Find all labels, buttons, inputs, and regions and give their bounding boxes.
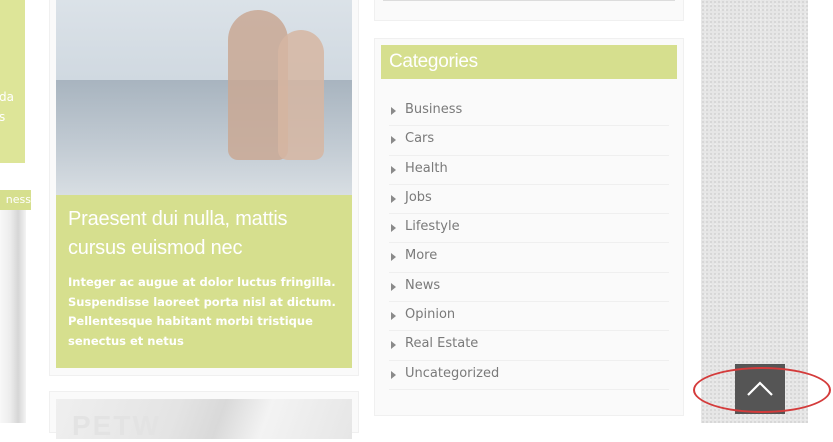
category-label: Uncategorized (405, 365, 500, 381)
caret-right-icon (391, 107, 396, 115)
category-label: Opinion (405, 307, 456, 323)
category-label: Jobs (405, 189, 432, 205)
left-post-card[interactable]: da s (0, 0, 25, 163)
caret-right-icon (391, 312, 396, 321)
caret-right-icon (391, 136, 396, 145)
category-item-news[interactable]: News (389, 273, 669, 303)
category-item-jobs[interactable]: Jobs (389, 185, 669, 215)
left-post-image[interactable] (0, 210, 26, 423)
post-thumbnail[interactable] (56, 0, 352, 195)
left-column: da s ness (0, 0, 31, 423)
next-post-card: PETW (49, 391, 359, 441)
sidebar-top-widget (374, 0, 684, 21)
category-label: Health (405, 160, 448, 176)
categories-widget: Categories Business Cars Health Jobs Lif… (374, 38, 684, 416)
category-item-cars[interactable]: Cars (389, 126, 669, 156)
category-label: News (405, 277, 441, 293)
categories-header: Categories (381, 45, 677, 79)
next-post-image-text: PETW (72, 410, 161, 441)
caret-right-icon (391, 165, 396, 174)
left-category-tag[interactable]: ness (0, 190, 31, 210)
search-field-edge[interactable] (383, 0, 675, 1)
categories-title: Categories (389, 51, 478, 72)
category-item-business[interactable]: Business (389, 97, 669, 127)
category-item-more[interactable]: More (389, 243, 669, 273)
category-label: More (405, 248, 438, 264)
highlight-annotation (693, 367, 831, 413)
category-label: Business (405, 102, 463, 117)
caret-right-icon (391, 253, 396, 262)
category-item-lifestyle[interactable]: Lifestyle (389, 214, 669, 244)
category-label: Real Estate (405, 336, 479, 352)
left-post-text-fragment: da (0, 90, 14, 104)
caret-right-icon (391, 282, 396, 291)
post-thumbnail-figure (278, 30, 324, 160)
post-card: Praesent dui nulla, mattis cursus euismo… (49, 0, 359, 376)
categories-list: Business Cars Health Jobs Lifestyle More… (389, 97, 669, 390)
caret-right-icon (391, 224, 396, 233)
category-label: Cars (405, 131, 435, 147)
left-post-text-fragment: s (0, 110, 6, 124)
caret-right-icon (391, 341, 396, 350)
post-body: Praesent dui nulla, mattis cursus euismo… (56, 195, 352, 368)
category-item-health[interactable]: Health (389, 156, 669, 185)
category-item-uncategorized[interactable]: Uncategorized (389, 361, 669, 390)
post-title[interactable]: Praesent dui nulla, mattis cursus euismo… (68, 205, 344, 263)
caret-right-icon (391, 370, 396, 379)
category-item-real-estate[interactable]: Real Estate (389, 331, 669, 361)
category-item-opinion[interactable]: Opinion (389, 302, 669, 332)
category-label: Lifestyle (405, 219, 460, 235)
page-background-texture (701, 0, 808, 423)
caret-right-icon (391, 194, 396, 203)
post-excerpt: Integer ac augue at dolor luctus fringil… (68, 275, 336, 348)
